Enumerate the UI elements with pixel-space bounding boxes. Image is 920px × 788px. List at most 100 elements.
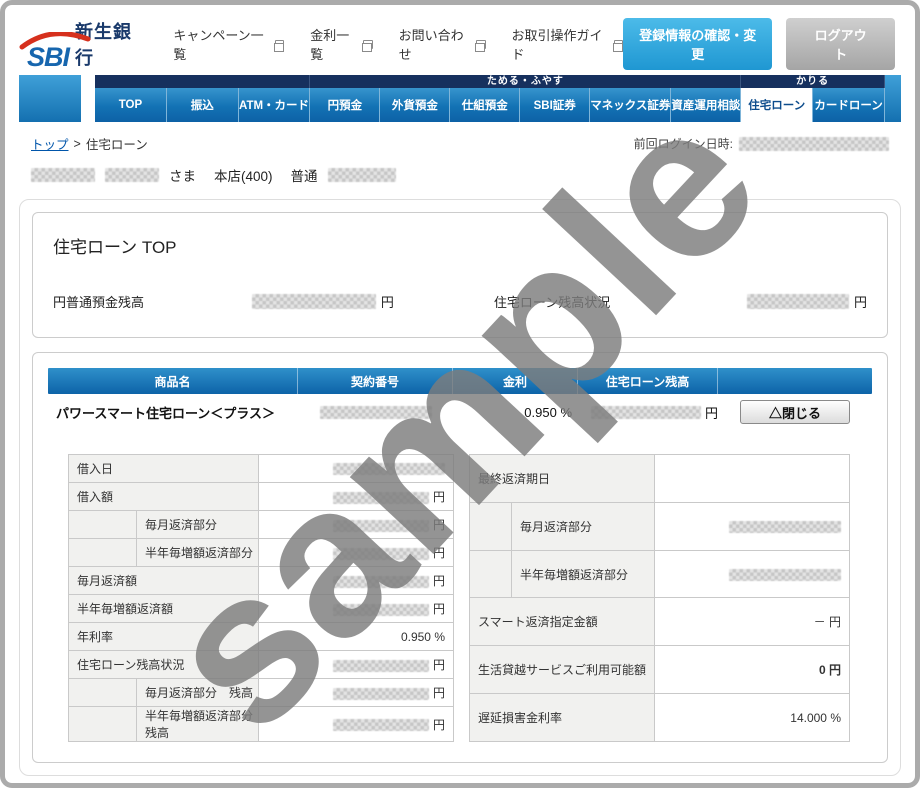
logo-swoosh-icon — [19, 32, 91, 50]
product-name: パワースマート住宅ローン＜プラス＞ — [48, 403, 298, 422]
product-balance-unit: 円 — [705, 403, 718, 422]
nav-group-label: かりる — [741, 75, 885, 88]
tab-transfer[interactable]: 振込 — [167, 88, 239, 122]
yen-balance-label: 円普通預金残高 — [53, 292, 252, 311]
yen-balance-masked — [252, 294, 376, 309]
link-rate-list[interactable]: 金利一覧 — [310, 25, 372, 63]
content-wrapper: 住宅ローン TOP 円普通預金残高 円 住宅ローン残高状況 円 商品名 契約番号… — [19, 199, 901, 776]
table-row: 最終返済期日 — [470, 455, 850, 503]
loan-detail-table-right: 最終返済期日 毎月返済部分 半年毎増額返済部分 スマート返済指定金額 － 円 生… — [469, 454, 850, 742]
product-row: パワースマート住宅ローン＜プラス＞ 0.950 % 円 △閉じる — [48, 394, 872, 430]
header-links: キャンペーン一覧 金利一覧 お問い合わせ お取引操作ガイド — [173, 25, 623, 63]
masked-value — [729, 569, 841, 581]
balance-row: 円普通預金残高 円 住宅ローン残高状況 円 — [53, 292, 867, 311]
header-product-name: 商品名 — [48, 368, 298, 394]
loan-unit: 円 — [854, 292, 867, 311]
branch-name: 本店(400) — [214, 165, 273, 185]
table-row: 半年毎増額返済部分 — [470, 550, 850, 598]
page-title: 住宅ローン TOP — [53, 233, 867, 258]
breadcrumb-current: 住宅ローン — [86, 134, 148, 153]
link-contact[interactable]: お問い合わせ — [399, 25, 486, 63]
logout-button[interactable]: ログアウト — [786, 18, 895, 70]
table-row: スマート返済指定金額 － 円 — [470, 598, 850, 646]
tab-foreign-deposit[interactable]: 外貨預金 — [380, 88, 450, 122]
nav-group-save-grow: ためる・ふやす 円預金 外貨預金 仕組預金 SBI証券 マネックス証券 資産運用… — [310, 75, 741, 122]
nav-left-block — [19, 75, 81, 122]
loan-balance-label: 住宅ローン残高状況 — [494, 292, 673, 311]
table-row: 毎月返済部分 残高 円 — [69, 679, 454, 707]
table-row: 借入日 — [69, 455, 454, 483]
table-row: 年利率 0.950 % — [69, 623, 454, 651]
contract-number-masked — [320, 406, 432, 419]
masked-value — [333, 492, 429, 504]
masked-value — [333, 604, 429, 616]
masked-value — [333, 576, 429, 588]
external-link-icon — [363, 40, 373, 49]
tab-structured-deposit[interactable]: 仕組預金 — [450, 88, 520, 122]
nav-group-label — [95, 75, 310, 88]
header-contract-number: 契約番号 — [298, 368, 453, 394]
loan-table-header: 商品名 契約番号 金利 住宅ローン残高 — [48, 368, 872, 394]
masked-value — [333, 548, 429, 560]
loan-balance-masked — [747, 294, 849, 309]
user-info: さま 本店(400) 普通 — [31, 165, 889, 185]
header-action — [718, 368, 872, 394]
link-guide[interactable]: お取引操作ガイド — [512, 25, 624, 63]
account-number-masked — [328, 168, 396, 182]
loan-detail-table-left: 借入日 借入額 円 毎月返済部分 円 半年毎増額返済部分 円 毎月返済額 円 半… — [68, 454, 454, 742]
table-row: 毎月返済額 円 — [69, 567, 454, 595]
close-details-button[interactable]: △閉じる — [740, 400, 850, 424]
product-rate: 0.950 % — [453, 405, 578, 420]
table-row: 半年毎増額返済部分 円 — [69, 539, 454, 567]
user-suffix: さま — [169, 165, 196, 185]
breadcrumb: トップ > 住宅ローン 前回ログイン日時: — [31, 134, 889, 153]
table-row: 借入額 円 — [69, 483, 454, 511]
masked-value — [333, 719, 429, 731]
external-link-icon — [614, 40, 624, 49]
bank-logo[interactable]: SBI 新生銀行 — [27, 18, 145, 71]
main-nav: TOP 振込 ATM・カード ためる・ふやす 円預金 外貨預金 仕組預金 SBI… — [19, 75, 901, 122]
tab-sbi-securities[interactable]: SBI証券 — [520, 88, 590, 122]
page-frame: SBI 新生銀行 キャンペーン一覧 金利一覧 お問い合わせ お取引操作ガイド 登… — [0, 0, 920, 788]
table-row: 毎月返済部分 円 — [69, 511, 454, 539]
nav-group-basic: TOP 振込 ATM・カード — [95, 75, 310, 122]
masked-value — [333, 463, 445, 475]
product-balance-masked — [591, 406, 701, 419]
yen-unit: 円 — [381, 292, 394, 311]
register-info-button[interactable]: 登録情報の確認・変更 — [623, 18, 772, 70]
tab-yen-deposit[interactable]: 円預金 — [310, 88, 380, 122]
nav-group-label: ためる・ふやす — [310, 75, 741, 88]
last-login-value-masked — [739, 137, 889, 151]
loan-top-panel: 住宅ローン TOP 円普通預金残高 円 住宅ローン残高状況 円 — [32, 212, 888, 338]
table-row: 半年毎増額返済部分 残高 円 — [69, 707, 454, 742]
user-name-masked — [31, 168, 95, 182]
breadcrumb-home-link[interactable]: トップ — [31, 134, 69, 153]
nav-group-borrow: かりる 住宅ローン カードローン — [741, 75, 885, 122]
nav-end-cap — [885, 75, 901, 122]
header-interest-rate: 金利 — [453, 368, 578, 394]
masked-value — [333, 660, 429, 672]
link-campaign-list[interactable]: キャンペーン一覧 — [173, 25, 284, 63]
external-link-icon — [476, 40, 486, 49]
table-row: 生活貸越サービスご利用可能額 0 円 — [470, 646, 850, 694]
tab-atm-card[interactable]: ATM・カード — [239, 88, 311, 122]
last-login-label: 前回ログイン日時: — [634, 135, 733, 152]
tab-top[interactable]: TOP — [95, 88, 167, 122]
tab-card-loan[interactable]: カードローン — [813, 88, 885, 122]
external-link-icon — [275, 40, 285, 49]
site-header: SBI 新生銀行 キャンペーン一覧 金利一覧 お問い合わせ お取引操作ガイド 登… — [27, 19, 895, 69]
masked-value — [333, 688, 429, 700]
breadcrumb-separator: > — [74, 137, 81, 151]
loan-detail-panel: 商品名 契約番号 金利 住宅ローン残高 パワースマート住宅ローン＜プラス＞ 0.… — [32, 352, 888, 763]
table-row: 住宅ローン残高状況 円 — [69, 651, 454, 679]
tab-monex-securities[interactable]: マネックス証券 — [590, 88, 671, 122]
table-row: 遅延損害金利率 14.000 % — [470, 694, 850, 742]
table-row: 毎月返済部分 — [470, 502, 850, 550]
tab-home-loan[interactable]: 住宅ローン — [741, 88, 813, 122]
account-type: 普通 — [291, 165, 318, 185]
header-loan-balance: 住宅ローン残高 — [578, 368, 718, 394]
table-row: 半年毎増額返済額 円 — [69, 595, 454, 623]
user-name-masked — [105, 168, 159, 182]
tab-asset-consulting[interactable]: 資産運用相談 — [671, 88, 741, 122]
last-login: 前回ログイン日時: — [634, 135, 889, 152]
